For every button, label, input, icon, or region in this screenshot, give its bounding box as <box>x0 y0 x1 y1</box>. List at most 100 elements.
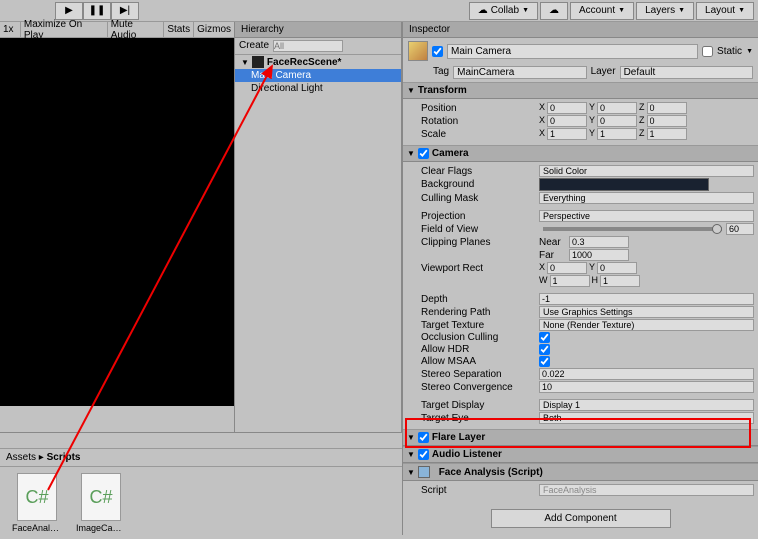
allow-hdr-checkbox[interactable] <box>539 344 550 355</box>
stereo-conv-input[interactable] <box>539 381 754 393</box>
face-analysis-component-header[interactable]: ▼ Face Analysis (Script) <box>403 463 758 481</box>
far-input[interactable] <box>569 249 629 261</box>
hierarchy-scene[interactable]: ▼ FaceRecScene* <box>235 55 401 69</box>
clear-flags-label: Clear Flags <box>421 166 539 177</box>
pause-button[interactable]: ❚❚ <box>83 2 111 20</box>
pos-z-input[interactable] <box>647 102 687 114</box>
script-field[interactable]: FaceAnalysis <box>539 484 754 496</box>
rot-y-input[interactable] <box>597 115 637 127</box>
top-right-tools: ☁Collab▼ ☁ Account▼ Layers▼ Layout▼ <box>469 2 754 20</box>
stereo-sep-input[interactable] <box>539 368 754 380</box>
vp-y-input[interactable] <box>597 262 637 274</box>
tag-label: Tag <box>433 66 449 79</box>
hierarchy-panel: Hierarchy Create ▼ FaceRecScene* Main Ca… <box>234 22 402 432</box>
rendering-path-label: Rendering Path <box>421 307 539 318</box>
vp-h-input[interactable] <box>600 275 640 287</box>
csharp-file-icon: C# <box>17 473 57 521</box>
hierarchy-item-directional-light[interactable]: Directional Light <box>235 82 401 95</box>
file-faceanalysis[interactable]: C# FaceAnalysi... <box>12 473 62 533</box>
projection-dropdown[interactable]: Perspective <box>539 210 754 222</box>
culling-mask-label: Culling Mask <box>421 193 539 204</box>
fov-input[interactable] <box>726 223 754 235</box>
flare-layer-component-header[interactable]: ▼Flare Layer <box>403 429 758 446</box>
collab-icon: ☁ <box>478 5 488 16</box>
collab-dropdown[interactable]: ☁Collab▼ <box>469 2 538 20</box>
file-name-label: FaceAnalysi... <box>12 523 62 533</box>
target-display-dropdown[interactable]: Display 1 <box>539 399 754 411</box>
create-dropdown[interactable]: Create <box>239 40 269 52</box>
allow-msaa-label: Allow MSAA <box>421 356 539 367</box>
add-component-button[interactable]: Add Component <box>491 509 671 528</box>
target-texture-field[interactable]: None (Render Texture) <box>539 319 754 331</box>
layer-dropdown[interactable]: Default <box>620 66 753 79</box>
project-toolbar <box>0 433 402 449</box>
position-label: Position <box>421 103 539 114</box>
hierarchy-search-input[interactable] <box>273 40 343 52</box>
audio-listener-component-header[interactable]: ▼Audio Listener <box>403 446 758 463</box>
target-display-label: Target Display <box>421 400 539 411</box>
culling-mask-dropdown[interactable]: Everything <box>539 192 754 204</box>
viewport-rect-label: Viewport Rect <box>421 263 539 274</box>
target-eye-dropdown[interactable]: Both <box>539 412 754 424</box>
mute-audio-toggle[interactable]: Mute Audio <box>107 22 164 37</box>
scl-z-input[interactable] <box>647 128 687 140</box>
static-checkbox[interactable] <box>702 46 713 57</box>
stereo-sep-label: Stereo Separation <box>421 369 539 380</box>
unity-scene-icon <box>252 56 264 68</box>
pos-y-input[interactable] <box>597 102 637 114</box>
account-dropdown[interactable]: Account▼ <box>570 2 634 20</box>
script-icon <box>418 466 430 478</box>
allow-msaa-checkbox[interactable] <box>539 356 550 367</box>
scl-y-input[interactable] <box>597 128 637 140</box>
breadcrumb-assets[interactable]: Assets <box>6 452 36 463</box>
audio-listener-enabled-checkbox[interactable] <box>418 449 429 460</box>
gizmos-dropdown[interactable]: Gizmos <box>193 22 234 37</box>
file-imagecapture[interactable]: C# ImageCaptu... <box>76 473 126 533</box>
transform-component-header[interactable]: ▼Transform <box>403 82 758 99</box>
rot-z-input[interactable] <box>647 115 687 127</box>
hierarchy-item-main-camera[interactable]: Main Camera <box>235 69 401 82</box>
tag-dropdown[interactable]: MainCamera <box>453 66 586 79</box>
pos-x-input[interactable] <box>547 102 587 114</box>
inspector-panel: Inspector Static▼ Tag MainCamera Layer D… <box>402 22 758 535</box>
fold-icon[interactable]: ▼ <box>241 58 249 67</box>
layers-dropdown[interactable]: Layers▼ <box>636 2 694 20</box>
camera-component-header[interactable]: ▼Camera <box>403 145 758 162</box>
stereo-conv-label: Stereo Convergence <box>421 382 539 393</box>
play-button[interactable]: ▶ <box>55 2 83 20</box>
cloud-icon: ☁ <box>549 5 559 16</box>
scene-name: FaceRecScene* <box>267 57 342 68</box>
depth-input[interactable] <box>539 293 754 305</box>
hierarchy-subbar: Create <box>235 38 401 55</box>
gameobject-active-checkbox[interactable] <box>432 46 443 57</box>
project-panel: Assets ▸ Scripts C# FaceAnalysi... C# Im… <box>0 432 402 535</box>
background-color-field[interactable] <box>539 178 709 191</box>
vp-w-input[interactable] <box>550 275 590 287</box>
flare-layer-enabled-checkbox[interactable] <box>418 432 429 443</box>
game-viewport <box>0 38 234 406</box>
breadcrumb-scripts[interactable]: Scripts <box>47 452 81 463</box>
step-button[interactable]: ▶| <box>111 2 139 20</box>
stats-toggle[interactable]: Stats <box>163 22 193 37</box>
rot-x-input[interactable] <box>547 115 587 127</box>
maximize-on-play-toggle[interactable]: Maximize On Play <box>20 22 107 37</box>
cloud-button[interactable]: ☁ <box>540 2 568 20</box>
hierarchy-tab[interactable]: Hierarchy <box>235 22 401 38</box>
near-input[interactable] <box>569 236 629 248</box>
vp-x-input[interactable] <box>547 262 587 274</box>
scl-x-input[interactable] <box>547 128 587 140</box>
camera-enabled-checkbox[interactable] <box>418 148 429 159</box>
clear-flags-dropdown[interactable]: Solid Color <box>539 165 754 177</box>
layout-dropdown[interactable]: Layout▼ <box>696 2 754 20</box>
rendering-path-dropdown[interactable]: Use Graphics Settings <box>539 306 754 318</box>
layer-label: Layer <box>591 66 616 79</box>
script-field-label: Script <box>421 485 539 496</box>
inspector-tab[interactable]: Inspector <box>403 22 758 38</box>
occlusion-culling-checkbox[interactable] <box>539 332 550 343</box>
fov-slider[interactable] <box>543 227 722 231</box>
near-label: Near <box>539 237 569 248</box>
gameobject-name-input[interactable] <box>447 44 698 59</box>
background-label: Background <box>421 179 539 190</box>
static-label: Static <box>717 46 742 57</box>
far-label: Far <box>539 250 569 261</box>
